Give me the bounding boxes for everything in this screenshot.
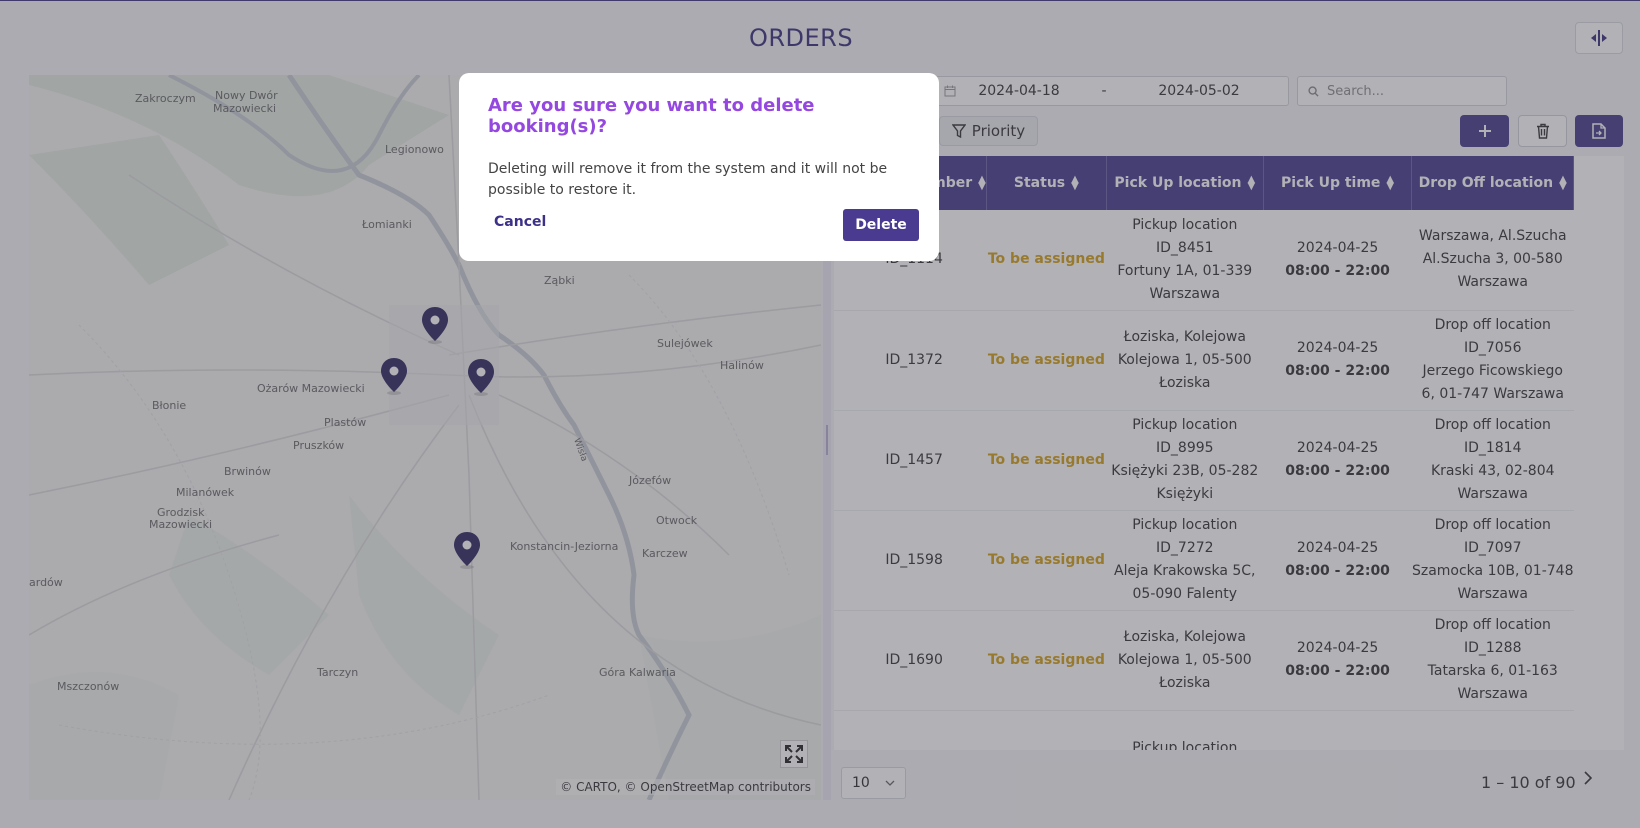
dialog-message: Deleting will remove it from the system … [488,161,888,198]
delete-confirm-dialog: Are you sure you want to delete booking(… [459,73,939,261]
delete-button[interactable]: Delete [843,209,919,241]
dialog-title: Are you sure you want to delete booking(… [488,95,815,137]
cancel-button[interactable]: Cancel [488,210,552,234]
